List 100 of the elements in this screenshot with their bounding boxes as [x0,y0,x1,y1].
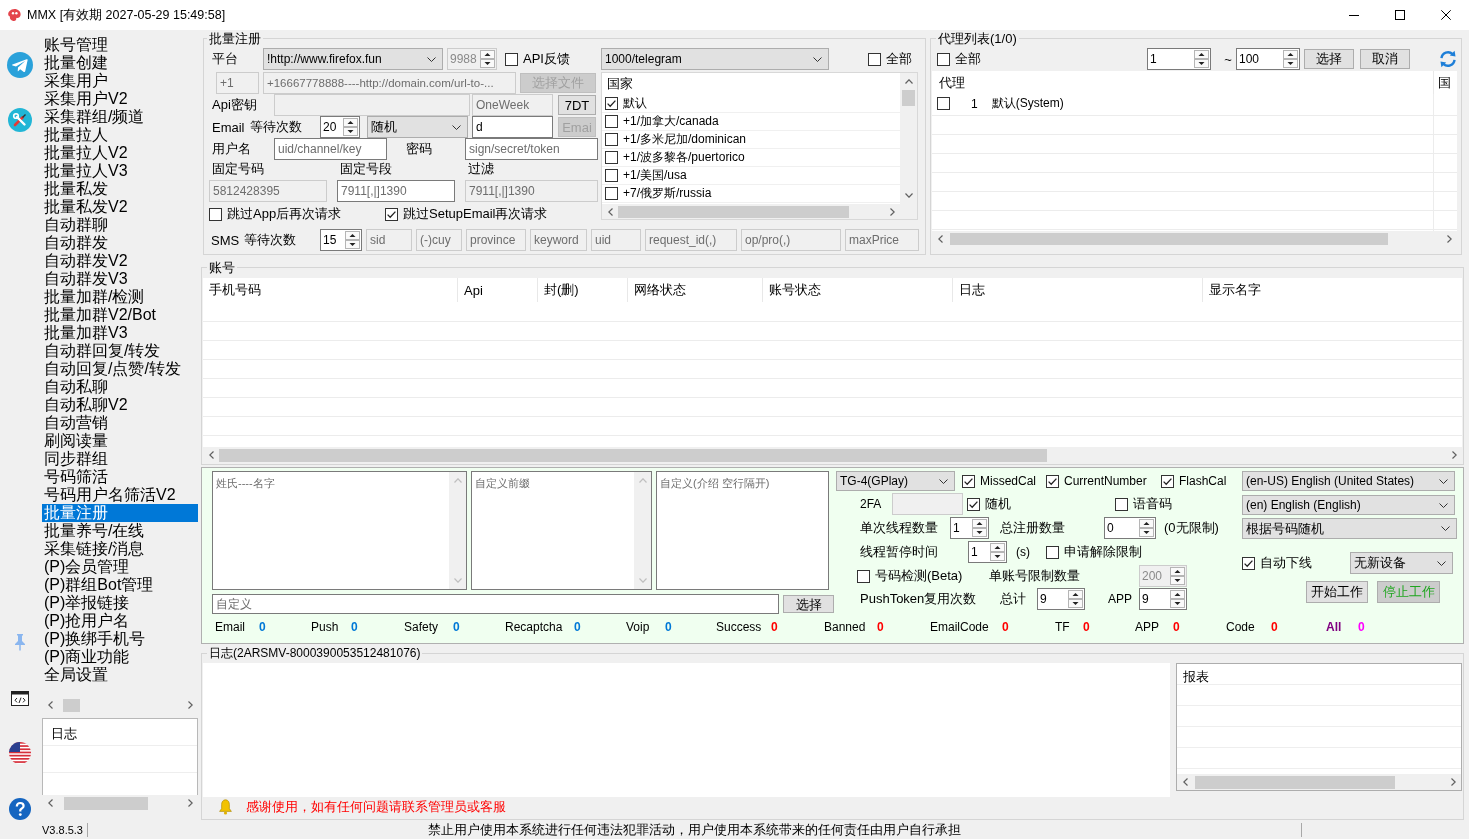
menu-item[interactable]: 账号管理 [42,36,198,54]
menu-item[interactable]: (P)换绑手机号 [42,630,198,648]
menu-item[interactable]: 自动群发 [42,234,198,252]
dropdown[interactable]: !http://www.firefox.fun [263,48,443,70]
number-field[interactable]: 9 [1140,589,1170,609]
scroll-right-icon[interactable] [889,207,895,216]
scroll-left-icon[interactable] [1182,778,1188,786]
menu-item[interactable]: 采集群组/频道 [42,108,198,126]
scroll-left-icon[interactable] [47,701,53,709]
checkbox-icon[interactable] [868,52,881,66]
text-field[interactable]: sign/secret/token [465,138,598,160]
spinner-arrows-icon[interactable] [1194,50,1209,68]
minimize-icon[interactable] [1349,14,1359,16]
country-checkbox[interactable]: +7/俄罗斯/russia [605,185,712,202]
scroll-up-icon[interactable] [904,79,913,84]
menu-item[interactable]: 自动群发V3 [42,270,198,288]
menu-item[interactable]: 自动回复/点赞/转发 [42,360,198,378]
spinner-arrows-icon[interactable] [1283,50,1298,68]
text-area[interactable]: 自定义(介绍 空行隔开) [656,471,829,590]
number-field[interactable]: 1 [969,542,990,562]
text-field[interactable]: 7911[,|]1390 [337,180,455,202]
number-field[interactable]: 20 [321,117,343,137]
spinner-arrows-icon[interactable] [1139,519,1154,537]
spin-box[interactable]: 1 [950,517,989,539]
menu-item[interactable]: 批量加群V3 [42,324,198,342]
flag-icon[interactable] [9,742,31,764]
menu-item[interactable]: 采集用户V2 [42,90,198,108]
number-field[interactable]: 9 [1038,589,1068,609]
number-field[interactable]: 0 [1105,518,1139,538]
menu-item[interactable]: 批量创建 [42,54,198,72]
checkbox-icon[interactable] [1161,474,1174,488]
scroll-left-icon[interactable] [47,799,53,807]
horizontal-scrollbar[interactable] [1177,774,1461,790]
menu-item[interactable]: 批量私发 [42,180,198,198]
scrollbar-thumb[interactable] [618,205,849,218]
menu-item[interactable]: 批量拉人V3 [42,162,198,180]
dropdown[interactable]: 根据号码随机 [1242,518,1457,539]
scroll-left-icon[interactable] [937,234,943,243]
scroll-down-icon[interactable] [904,193,913,198]
button[interactable]: 选择 [1304,49,1354,69]
text-field[interactable]: 自定义 [212,594,779,614]
checkbox-icon[interactable] [385,207,398,221]
scrollbar-thumb[interactable] [950,232,1388,245]
menu-item[interactable]: 号码用户名筛活V2 [42,486,198,504]
spinner-arrows-icon[interactable] [972,519,987,537]
help-icon[interactable] [9,798,31,820]
scrollbar-thumb[interactable] [64,796,148,810]
button[interactable]: 选择 [783,595,834,613]
checkbox-icon[interactable] [605,133,618,146]
checkbox[interactable]: 跳过App后再次请求 [209,205,342,223]
menu-item[interactable]: 自动群回复/转发 [42,342,198,360]
menu-item[interactable]: 批量私发V2 [42,198,198,216]
checkbox[interactable]: 号码检测(Beta) [857,567,963,585]
menu-item[interactable]: 批量加群V2/Bot [42,306,198,324]
menu-item[interactable]: (P)举报链接 [42,594,198,612]
number-field[interactable]: 15 [321,230,345,250]
checkbox-icon[interactable] [1242,556,1255,570]
checkbox-icon[interactable] [1046,474,1059,488]
checkbox[interactable]: FlashCal [1161,474,1227,488]
menu-item[interactable]: 全局设置 [42,666,198,684]
menu-item[interactable]: 自动私聊 [42,378,198,396]
scroll-right-icon[interactable] [1446,234,1452,243]
country-checkbox[interactable]: +1/波多黎各/puertorico [605,149,745,166]
menu-item[interactable]: 刷阅读量 [42,432,198,450]
checkbox-icon[interactable] [605,151,618,164]
country-checkbox[interactable]: 默认 [605,95,647,112]
code-window-icon[interactable] [11,691,29,706]
checkbox[interactable]: 全部 [937,50,981,68]
scrollbar-thumb[interactable] [63,698,80,712]
scroll-right-icon[interactable] [187,701,193,709]
checkbox-icon[interactable] [605,169,618,182]
scroll-left-icon[interactable] [208,451,214,459]
horizontal-scrollbar[interactable] [932,231,1457,246]
dropdown[interactable]: (en-US) English (United States) [1242,471,1455,491]
maximize-icon[interactable] [1395,10,1405,20]
menu-item[interactable]: 自动私聊V2 [42,396,198,414]
checkbox[interactable]: CurrentNumber [1046,474,1147,488]
menu-item[interactable]: 批量注册 [42,504,198,522]
spin-box[interactable]: 15 [320,229,362,251]
menu-item[interactable]: 批量养号/在线 [42,522,198,540]
button[interactable]: 7DT [558,95,596,115]
tools-icon[interactable] [8,108,32,132]
spinner-arrows-icon[interactable] [1068,590,1083,608]
spin-box[interactable]: 9 [1037,588,1085,610]
checkbox-icon[interactable] [962,474,975,488]
spin-box[interactable]: 0 [1104,517,1156,539]
checkbox[interactable]: 随机 [967,495,1011,513]
checkbox[interactable]: 语音码 [1115,495,1172,513]
button[interactable]: 开始工作 [1306,581,1368,603]
menu-item[interactable]: (P)抢用户名 [42,612,198,630]
spin-box[interactable]: 1 [968,541,1007,563]
spinner-arrows-icon[interactable] [1170,590,1185,608]
country-checkbox[interactable]: +1/多米尼加/dominican [605,131,747,148]
menu-item[interactable]: 自动群发V2 [42,252,198,270]
scroll-left-icon[interactable] [607,207,613,216]
menu-item[interactable]: 批量加群/检测 [42,288,198,306]
number-field[interactable]: 1 [951,518,972,538]
text-field[interactable]: d [472,116,553,138]
checkbox-icon[interactable] [857,569,870,583]
dropdown[interactable]: 随机 [367,116,468,138]
